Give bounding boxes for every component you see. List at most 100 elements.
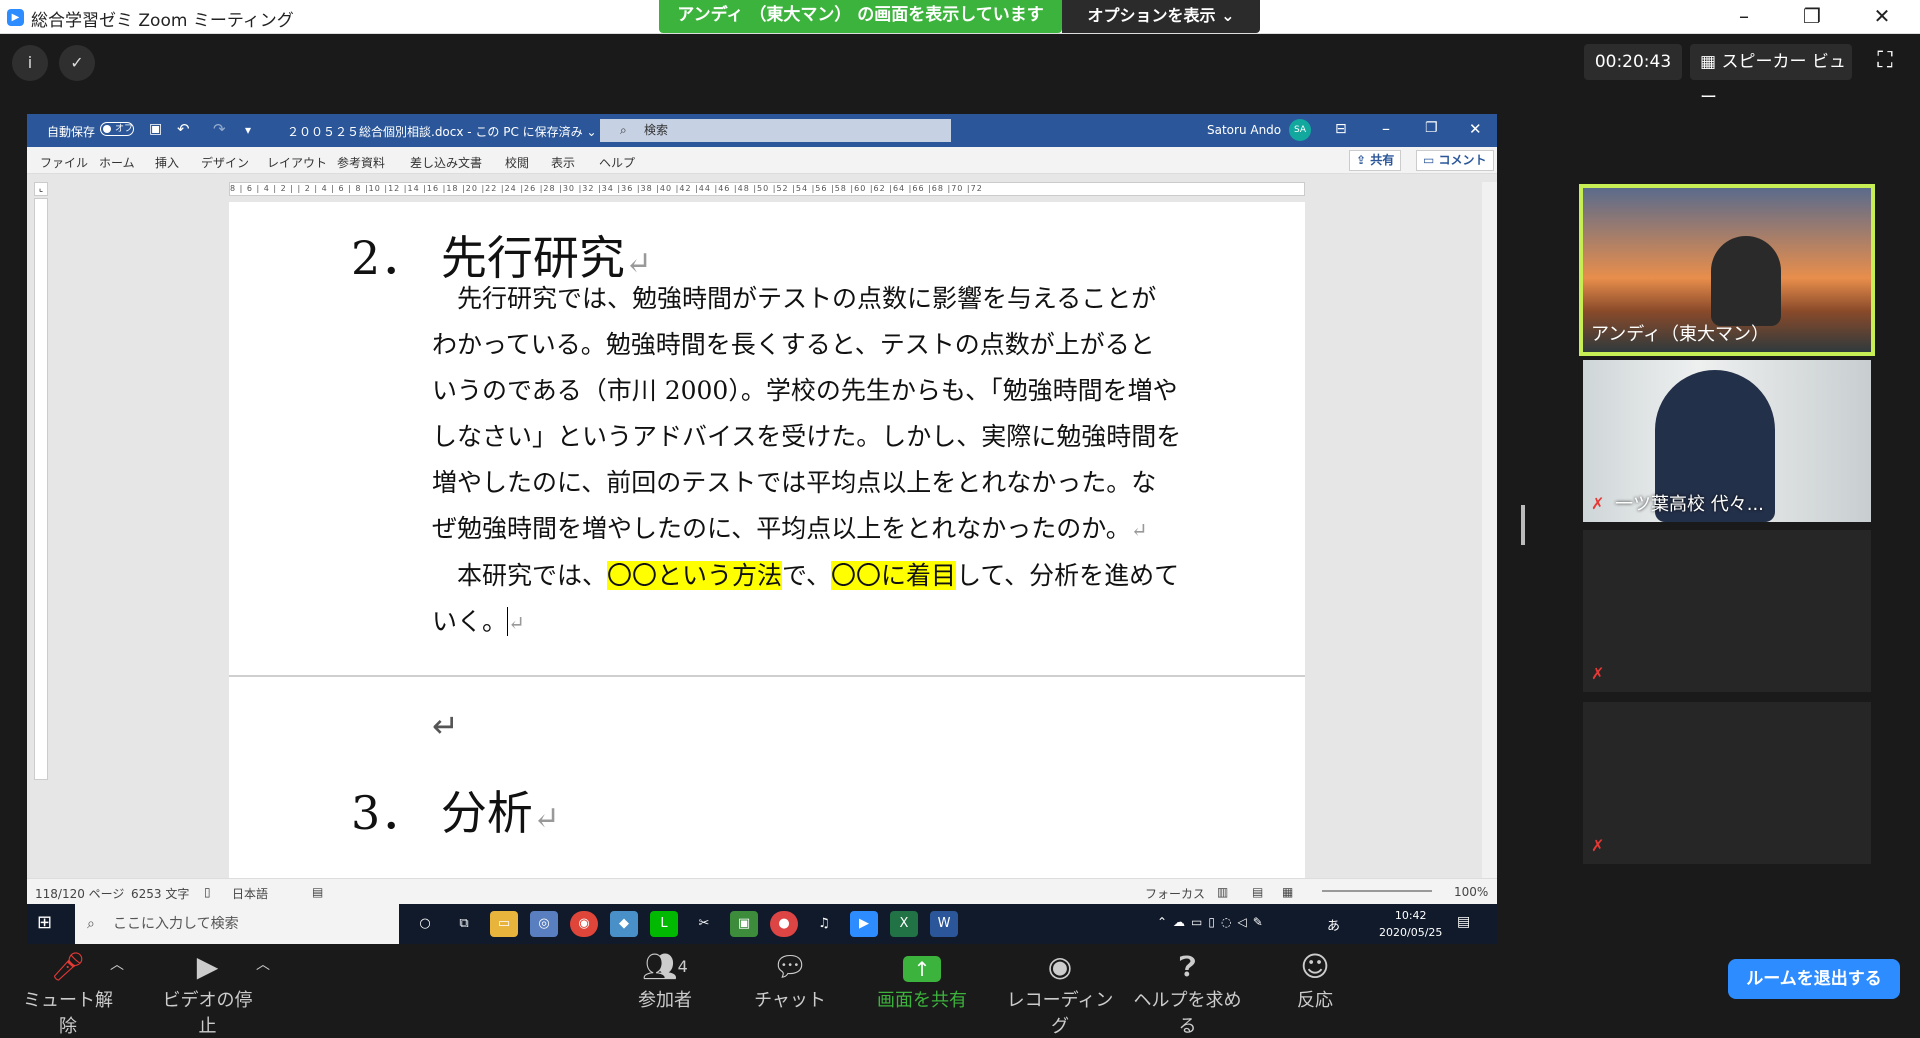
panel-resize-handle[interactable] xyxy=(1521,505,1525,545)
participant-tile[interactable]: ✗ xyxy=(1583,702,1871,864)
participants-button[interactable]: 👥︎4 参加者 xyxy=(630,950,700,1012)
page-count[interactable]: 118/120 ページ xyxy=(35,885,124,902)
system-tray-icons[interactable]: ⌃☁▭▯◌◁✎ xyxy=(1157,915,1269,929)
chrome-icon[interactable]: ◉ xyxy=(570,911,598,937)
vertical-ruler[interactable] xyxy=(34,198,48,780)
share-status-banner: アンディ （東大マン） の画面を表示しています xyxy=(659,0,1062,33)
record-icon: ◉ xyxy=(1047,950,1073,983)
app-icon-2[interactable]: ◆ xyxy=(610,911,638,937)
word-share-button[interactable]: ⇪ 共有 xyxy=(1349,150,1402,171)
leave-room-button[interactable]: ルームを退出する xyxy=(1728,959,1900,999)
windows-start-icon[interactable]: ⊞ xyxy=(37,914,55,932)
redo-icon[interactable]: ↷ xyxy=(213,120,226,138)
horizontal-ruler[interactable]: 8 | 6 | 4 | 2 | | 2 | 4 | 6 | 8 |10 |12 … xyxy=(229,182,1305,196)
proofing-icon[interactable]: ▯ xyxy=(204,885,211,899)
menu-review[interactable]: 校閲 xyxy=(505,154,529,171)
word-icon[interactable]: W xyxy=(930,911,958,937)
autosave-label: 自動保存 xyxy=(47,125,96,139)
fullscreen-icon[interactable]: ⛶ xyxy=(1872,48,1898,74)
reaction-smiley-icon: ☺ xyxy=(1300,950,1330,983)
menu-references[interactable]: 参考資料 xyxy=(337,154,385,171)
word-close-button[interactable]: ✕ xyxy=(1469,120,1482,138)
language[interactable]: 日本語 xyxy=(232,885,268,902)
menu-design[interactable]: デザイン xyxy=(201,154,249,171)
excel-icon[interactable]: X xyxy=(890,911,918,937)
paragraph-prior-research: 先行研究では、勉強時間がテストの点数に影響を与えることが わかっている。勉強時間… xyxy=(432,276,1192,646)
close-button[interactable]: ✕ xyxy=(1862,2,1902,30)
menu-layout[interactable]: レイアウト xyxy=(267,154,327,171)
minimize-button[interactable]: – xyxy=(1724,2,1764,30)
macro-icon[interactable]: ▤ xyxy=(312,885,323,899)
tab-selector[interactable]: ⌞ xyxy=(34,182,48,196)
participant-tile-active[interactable]: アンディ（東大マン） xyxy=(1579,184,1875,356)
media-icon[interactable]: ● xyxy=(770,911,798,937)
snipping-icon[interactable]: ✂ xyxy=(690,911,718,937)
print-layout-icon[interactable]: ▤ xyxy=(1252,885,1263,899)
focus-mode[interactable]: フォーカス xyxy=(1145,885,1205,902)
stop-video-button[interactable]: ▶︎ ビデオの停止 xyxy=(155,950,260,1037)
video-options-caret[interactable]: ︿ xyxy=(256,954,270,974)
info-icon[interactable]: i xyxy=(12,45,48,81)
music-icon[interactable]: ♫ xyxy=(810,911,838,937)
task-view-icon[interactable]: ⧉ xyxy=(450,911,478,937)
menu-home[interactable]: ホーム xyxy=(99,154,135,171)
audio-options-caret[interactable]: ︿ xyxy=(110,954,124,974)
word-count[interactable]: 6253 文字 xyxy=(131,885,189,902)
word-comment-button[interactable]: ▭ コメント xyxy=(1416,150,1494,171)
menu-help[interactable]: ヘルプ xyxy=(599,154,635,171)
word-restore-button[interactable]: ❐ xyxy=(1425,120,1438,136)
maximize-button[interactable]: ❐ xyxy=(1792,2,1832,30)
menu-file[interactable]: ファイル xyxy=(40,154,88,171)
meeting-timer: 00:20:43 xyxy=(1584,44,1682,80)
unmute-button[interactable]: 🎤︎ ミュート解除 xyxy=(18,950,118,1037)
zoom-taskbar-icon[interactable]: ▶ xyxy=(850,911,878,937)
chat-icon: 💬︎ xyxy=(772,950,808,983)
document-name[interactable]: ２００５２５総合個別相談.docx - この PC に保存済み ⌄ xyxy=(287,123,597,140)
shield-icon[interactable]: ✓ xyxy=(59,45,95,81)
participant-tile[interactable]: ✗ xyxy=(1583,530,1871,692)
web-layout-icon[interactable]: ▦ xyxy=(1282,885,1293,899)
file-explorer-icon[interactable]: ▭ xyxy=(490,911,518,937)
document-page[interactable]: 2． 先行研究↵ 先行研究では、勉強時間がテストの点数に影響を与えることが わか… xyxy=(229,202,1305,878)
cortana-icon[interactable]: ○ xyxy=(411,911,439,937)
ime-indicator[interactable]: あ xyxy=(1327,915,1340,934)
zoom-slider[interactable] xyxy=(1322,890,1432,892)
mic-muted-icon: ✗ xyxy=(1591,836,1605,855)
grid-icon: ▦ xyxy=(1700,52,1722,72)
chat-button[interactable]: 💬︎ チャット xyxy=(750,950,830,1012)
taskbar-search[interactable]: ⌕ ここに入力して検索 xyxy=(75,904,399,944)
record-button[interactable]: ◉ レコーディング xyxy=(1005,950,1115,1037)
taskbar-clock[interactable]: 10:42 2020/05/25 xyxy=(1379,907,1442,941)
reactions-button[interactable]: ☺ 反応 xyxy=(1280,950,1350,1012)
participant-tile[interactable]: ✗ 一ツ葉高校 代々... xyxy=(1583,360,1871,522)
zoom-app-icon: ▶ xyxy=(7,9,24,26)
ask-for-help-button[interactable]: ❓︎ ヘルプを求める xyxy=(1130,950,1245,1037)
windows-taskbar: ⊞ ⌕ ここに入力して検索 ○ ⧉ ▭ ◎ ◉ ◆ L ✂ ▣ ● ♫ ▶ X W… xyxy=(27,904,1497,944)
comment-icon: ▭ xyxy=(1423,153,1439,167)
line-icon[interactable]: L xyxy=(650,911,678,937)
meeting-top-bar: i ✓ 00:20:43 ▦ スピーカー ビュー ⛶ xyxy=(0,34,1920,108)
zoom-level[interactable]: 100% xyxy=(1454,885,1488,899)
vertical-scrollbar[interactable] xyxy=(1482,182,1497,878)
menu-view[interactable]: 表示 xyxy=(551,154,575,171)
word-search-box[interactable]: ⌕ 検索 xyxy=(600,119,951,142)
view-options-button[interactable]: オプションを表示 ⌄ xyxy=(1062,0,1260,33)
word-minimize-button[interactable]: – xyxy=(1382,119,1390,138)
user-name[interactable]: Satoru Ando xyxy=(1207,123,1281,137)
speaker-view-button[interactable]: ▦ スピーカー ビュー xyxy=(1690,44,1852,108)
menu-insert[interactable]: 挿入 xyxy=(155,154,179,171)
store-icon[interactable]: ▣ xyxy=(730,911,758,937)
customize-icon[interactable]: ▾ xyxy=(245,123,251,137)
avatar[interactable]: SA xyxy=(1289,119,1311,141)
menu-mailings[interactable]: 差し込み文書 xyxy=(410,154,482,171)
share-screen-button[interactable]: ↑ 画面を共有 xyxy=(872,950,972,1012)
undo-icon[interactable]: ↶ xyxy=(177,120,190,138)
video-camera-icon: ▶︎ xyxy=(196,950,219,983)
read-mode-icon[interactable]: ▥ xyxy=(1217,885,1228,899)
save-icon[interactable]: ▣ xyxy=(149,121,162,137)
notification-icon[interactable]: ▤ xyxy=(1457,914,1470,930)
app-icon[interactable]: ◎ xyxy=(530,911,558,937)
word-titlebar: 自動保存 オフ ▣ ↶ ↷ ▾ ２００５２５総合個別相談.docx - この P… xyxy=(27,114,1497,147)
ribbon-display-icon[interactable]: ⊟ xyxy=(1335,121,1347,137)
autosave-toggle[interactable]: オフ xyxy=(100,122,134,136)
